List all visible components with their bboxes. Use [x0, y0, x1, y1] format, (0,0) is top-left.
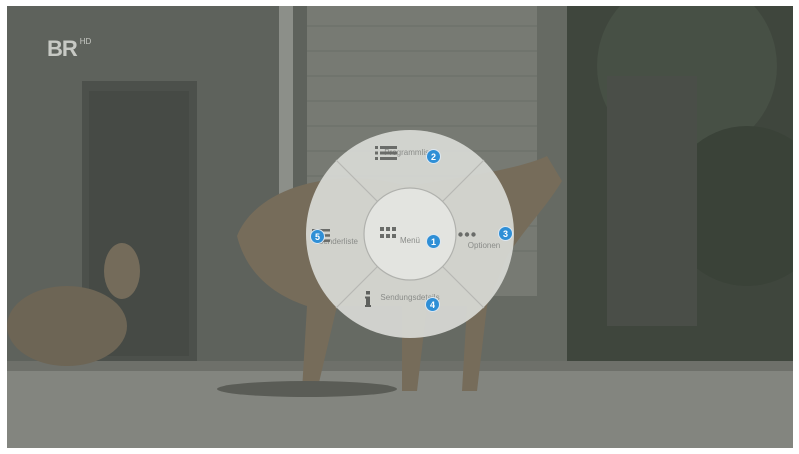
sendungsdetails-button[interactable]: Sendungsdetails — [365, 291, 455, 307]
radial-menu: Programmliste 2 Menü 1 Optionen 3 Sender… — [305, 129, 515, 339]
video-frame: BR HD Programmliste 2 Menü 1 Optionen 3 … — [7, 6, 793, 448]
badge-4: 4 — [425, 297, 440, 312]
badge-1: 1 — [426, 234, 441, 249]
menu-label: Menü — [399, 236, 420, 245]
badge-3: 3 — [498, 226, 513, 241]
channel-logo-text: BR — [47, 36, 78, 61]
badge-2: 2 — [426, 149, 441, 164]
optionen-label: Optionen — [467, 241, 501, 250]
badge-5: 5 — [310, 229, 325, 244]
channel-logo: BR HD — [47, 36, 91, 62]
hd-badge: HD — [79, 37, 92, 46]
